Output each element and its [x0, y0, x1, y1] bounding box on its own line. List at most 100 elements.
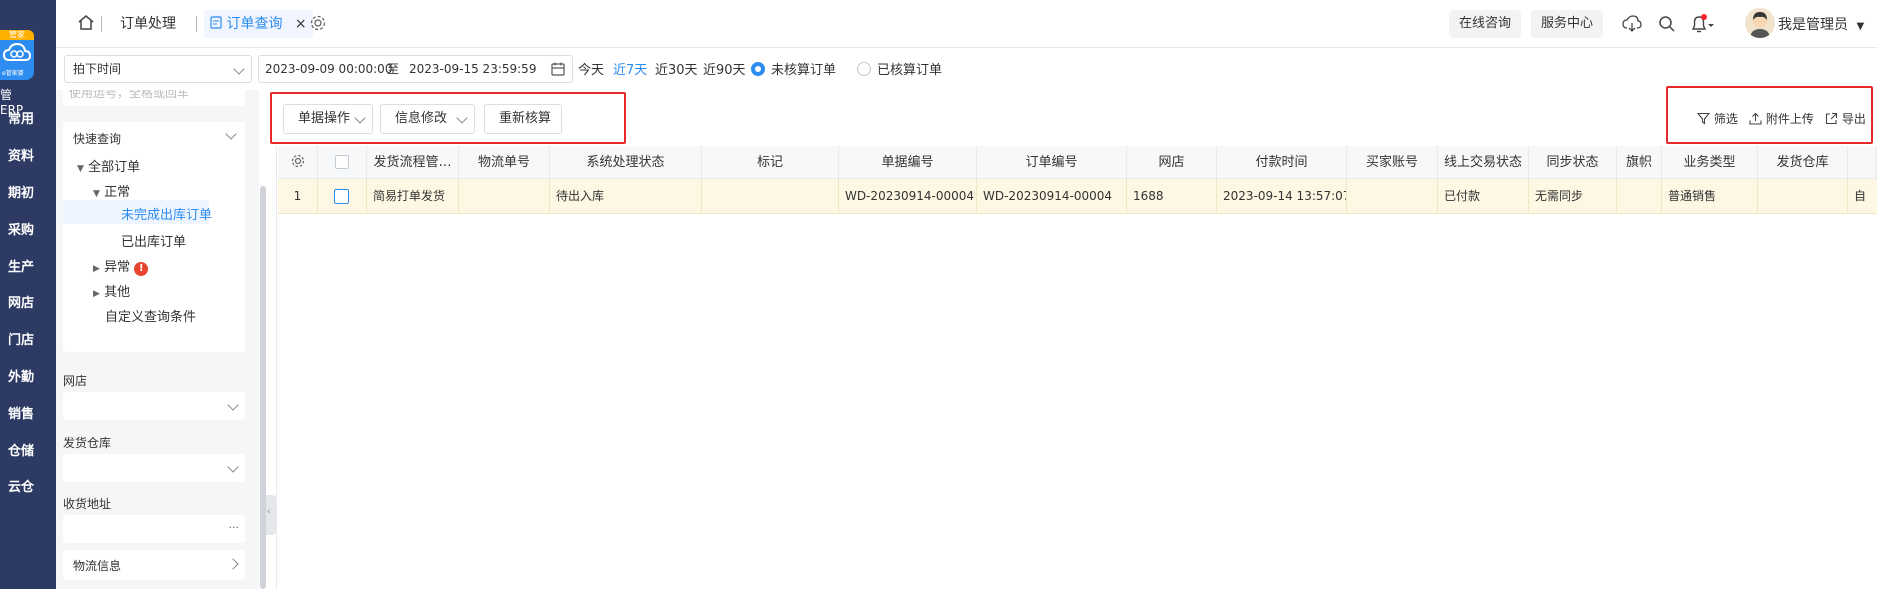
document-icon — [210, 16, 222, 29]
column-header[interactable]: 单据编号 — [839, 146, 977, 179]
tree-custom-query[interactable]: 自定义查询条件 — [105, 306, 196, 325]
tree-abnormal-label: 异常 — [104, 260, 131, 275]
column-header-overflow — [1848, 146, 1877, 179]
tab-label: 订单处理 — [120, 16, 176, 32]
date-start: 2023-09-09 00:00:00 — [265, 62, 393, 76]
column-header[interactable]: 买家账号 — [1347, 146, 1438, 179]
column-header[interactable]: 发货仓库 — [1758, 146, 1848, 179]
column-header[interactable]: 同步状态 — [1529, 146, 1617, 179]
radio-settled[interactable] — [857, 62, 871, 76]
quick-30-days[interactable]: 近30天 — [655, 59, 698, 78]
quick-90-days[interactable]: 近90天 — [703, 59, 746, 78]
app-logo[interactable]: 管家 e管家婆 — [0, 30, 34, 80]
cloud-download-icon[interactable] — [1622, 14, 1642, 34]
row-select-cell[interactable] — [318, 179, 367, 214]
cell-sync-status[interactable]: 无需同步 — [1529, 179, 1617, 214]
column-header[interactable]: 网店 — [1127, 146, 1217, 179]
cell-overflow[interactable]: 自 — [1848, 179, 1877, 214]
column-settings[interactable] — [278, 146, 318, 179]
notification-bell-icon[interactable] — [1689, 14, 1715, 34]
nav-item-production[interactable]: 生产 — [0, 256, 42, 275]
select-all-checkbox[interactable] — [335, 155, 349, 169]
column-header[interactable]: 订单编号 — [977, 146, 1127, 179]
nav-item-store[interactable]: 门店 — [0, 329, 42, 348]
shop-select[interactable] — [63, 392, 245, 420]
column-header[interactable]: 系统处理状态 — [550, 146, 702, 179]
home-icon[interactable] — [76, 13, 96, 33]
cell-buyer[interactable] — [1347, 179, 1438, 214]
quick-query-title: 快速查询 — [73, 132, 122, 146]
logistics-label: 物流信息 — [73, 559, 122, 573]
date-range-picker[interactable]: 2023-09-09 00:00:00 至 2023-09-15 23:59:5… — [258, 55, 573, 83]
nav-item-cloud-warehouse[interactable]: 云仓 — [0, 476, 42, 495]
user-menu[interactable]: 我是管理员 ▼ — [1778, 14, 1864, 34]
cell-flag[interactable] — [1617, 179, 1662, 214]
cell-logistics-no[interactable] — [459, 179, 550, 214]
quick-7-days[interactable]: 近7天 — [613, 59, 647, 78]
settings-gear-icon — [291, 154, 304, 168]
time-field-select[interactable]: 拍下时间 — [64, 55, 252, 83]
cell-shop[interactable]: 1688 — [1127, 179, 1217, 214]
address-input[interactable]: ··· — [63, 515, 245, 543]
cloud-logo-icon — [3, 42, 31, 61]
cell-sys-status[interactable]: 待出入库 — [550, 179, 702, 214]
cell-warehouse[interactable] — [1758, 179, 1848, 214]
chevron-right-icon — [227, 558, 239, 570]
logo-badge: 管家 — [0, 30, 34, 40]
nav-item-common[interactable]: 常用 — [0, 108, 42, 127]
cell-online-status[interactable]: 已付款 — [1438, 179, 1529, 214]
column-header[interactable]: 业务类型 — [1662, 146, 1758, 179]
cell-pay-time[interactable]: 2023-09-14 13:57:07 — [1217, 179, 1347, 214]
close-icon[interactable]: × — [295, 16, 307, 32]
warehouse-select[interactable] — [63, 454, 245, 482]
tree-abnormal[interactable]: ▶ 异常 ! — [93, 256, 149, 276]
search-icon[interactable] — [1657, 14, 1677, 34]
online-consult-button[interactable]: 在线咨询 — [1449, 10, 1522, 38]
logistics-info-row[interactable]: 物流信息 — [63, 550, 245, 580]
caret-down-icon: ▼ — [77, 164, 84, 174]
nav-item-data[interactable]: 资料 — [0, 145, 42, 164]
tree-pending-orders[interactable]: 未完成出库订单 — [121, 204, 212, 223]
quick-today[interactable]: 今天 — [578, 59, 604, 78]
column-header[interactable]: 旗帜 — [1617, 146, 1662, 179]
nav-item-online-shop[interactable]: 网店 — [0, 292, 42, 311]
nav-item-sales[interactable]: 销售 — [0, 403, 42, 422]
radio-unsettled[interactable] — [751, 62, 765, 76]
sidebar-search-box[interactable]: 使用运号，全格或回车 — [63, 90, 245, 106]
tab-order-processing[interactable]: 订单处理 — [120, 10, 176, 38]
cell-flow[interactable]: 简易打单发货 — [367, 179, 459, 214]
nav-item-storage[interactable]: 仓储 — [0, 440, 42, 459]
caret-down-icon: ▼ — [1856, 21, 1865, 32]
cell-order-no[interactable]: WD-20230914-00004 — [977, 179, 1127, 214]
column-header[interactable]: 物流单号 — [459, 146, 550, 179]
cell-mark[interactable] — [702, 179, 839, 214]
logo-subtitle: e管家婆 — [2, 70, 24, 77]
sidebar-collapse-handle[interactable]: ‹ — [266, 495, 276, 535]
column-header[interactable]: 标记 — [702, 146, 839, 179]
cell-biz-type[interactable]: 普通销售 — [1662, 179, 1758, 214]
user-name: 我是管理员 — [1778, 17, 1848, 33]
chevron-down-icon[interactable] — [225, 128, 237, 140]
nav-item-purchase[interactable]: 采购 — [0, 219, 42, 238]
tree-shipped-orders[interactable]: 已出库订单 — [121, 231, 186, 250]
cell-bill-no[interactable]: WD-20230914-00004 — [839, 179, 977, 214]
column-header[interactable]: 付款时间 — [1217, 146, 1347, 179]
row-checkbox[interactable] — [334, 189, 349, 204]
tree-all-orders[interactable]: ▼ 全部订单 — [77, 156, 140, 175]
caret-down-icon: ▼ — [93, 189, 100, 199]
service-center-button[interactable]: 服务中心 — [1531, 10, 1604, 38]
nav-item-opening[interactable]: 期初 — [0, 182, 42, 201]
address-label: 收货地址 — [63, 497, 112, 511]
column-header[interactable]: 线上交易状态 — [1438, 146, 1529, 179]
tab-order-query[interactable]: 订单查询 × — [204, 10, 313, 38]
tree-other[interactable]: ▶ 其他 — [93, 281, 130, 300]
tree-normal[interactable]: ▼ 正常 — [93, 181, 130, 200]
header-select-all[interactable] — [318, 146, 367, 179]
settings-gear-icon[interactable] — [308, 13, 328, 33]
column-header[interactable]: 发货流程管… — [367, 146, 459, 179]
avatar[interactable] — [1745, 8, 1775, 38]
caret-right-icon: ▶ — [93, 289, 100, 299]
nav-item-field[interactable]: 外勤 — [0, 366, 42, 385]
warning-icon: ! — [134, 262, 149, 276]
more-icon[interactable]: ··· — [229, 521, 240, 534]
